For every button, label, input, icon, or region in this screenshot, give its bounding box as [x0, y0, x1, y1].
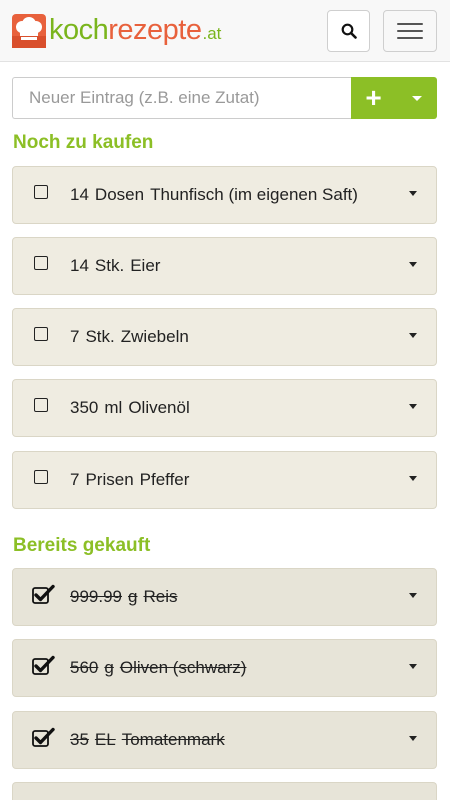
add-entry-button[interactable]: + [351, 77, 396, 119]
logo-text-at: .at [202, 24, 222, 43]
caret-down-icon[interactable] [409, 476, 417, 481]
caret-down-icon[interactable] [409, 593, 417, 598]
checkbox-checked-icon[interactable] [32, 727, 55, 748]
checkbox-unchecked[interactable] [34, 185, 48, 199]
shopping-list-item[interactable]: 14 Dosen Thunfisch (im eigenen Saft) [12, 166, 437, 224]
section-title-bought: Bereits gekauft [13, 535, 151, 556]
caret-down-icon [411, 95, 422, 101]
item-text: 35 EL Tomatenmark [70, 730, 225, 749]
item-text: 350 ml Olivenöl [70, 398, 190, 417]
item-text: 14 Dosen Thunfisch (im eigenen Saft) [70, 185, 358, 204]
item-text: 560 g Oliven (schwarz) [70, 658, 247, 677]
caret-down-icon[interactable] [409, 191, 417, 196]
caret-down-icon[interactable] [409, 404, 417, 409]
logo-wordmark: kochrezepte.at [49, 13, 221, 51]
search-button[interactable] [327, 10, 370, 52]
shopping-list-item[interactable]: 7 Stk. Zwiebeln [12, 308, 437, 366]
shopping-list-item-partial[interactable] [12, 782, 437, 800]
add-options-dropdown-button[interactable] [396, 77, 437, 119]
checkbox-checked-icon[interactable] [32, 584, 55, 605]
logo-text-koch: koch [49, 14, 109, 46]
shopping-list-item[interactable]: 14 Stk. Eier [12, 237, 437, 295]
shopping-list-item-bought[interactable]: 999.99 g Reis [12, 568, 437, 626]
search-icon [341, 23, 357, 39]
section-title-to-buy: Noch zu kaufen [13, 132, 154, 153]
shopping-list-item-bought[interactable]: 560 g Oliven (schwarz) [12, 639, 437, 697]
caret-down-icon[interactable] [409, 262, 417, 267]
new-entry-input[interactable] [12, 77, 351, 119]
checkbox-unchecked[interactable] [34, 256, 48, 270]
plus-icon: + [365, 82, 382, 113]
hamburger-menu-icon [397, 18, 423, 44]
site-logo[interactable]: kochrezepte.at [12, 13, 221, 49]
shopping-list-item[interactable]: 7 Prisen Pfeffer [12, 451, 437, 509]
checkbox-unchecked[interactable] [34, 327, 48, 341]
item-text: 7 Prisen Pfeffer [70, 470, 190, 489]
menu-toggle-button[interactable] [383, 10, 437, 52]
caret-down-icon[interactable] [409, 736, 417, 741]
item-text: 999.99 g Reis [70, 587, 178, 606]
checkbox-unchecked[interactable] [34, 398, 48, 412]
checkbox-unchecked[interactable] [34, 470, 48, 484]
item-text: 14 Stk. Eier [70, 256, 161, 275]
shopping-list-item[interactable]: 350 ml Olivenöl [12, 379, 437, 437]
caret-down-icon[interactable] [409, 664, 417, 669]
item-text: 7 Stk. Zwiebeln [70, 327, 189, 346]
shopping-list-item-bought[interactable]: 35 EL Tomatenmark [12, 711, 437, 769]
checkbox-checked-icon[interactable] [32, 655, 55, 676]
header-bar: kochrezepte.at [0, 0, 450, 62]
logo-text-rezepte: rezepte [108, 14, 202, 46]
caret-down-icon[interactable] [409, 333, 417, 338]
chef-hat-logo-icon [12, 14, 46, 48]
